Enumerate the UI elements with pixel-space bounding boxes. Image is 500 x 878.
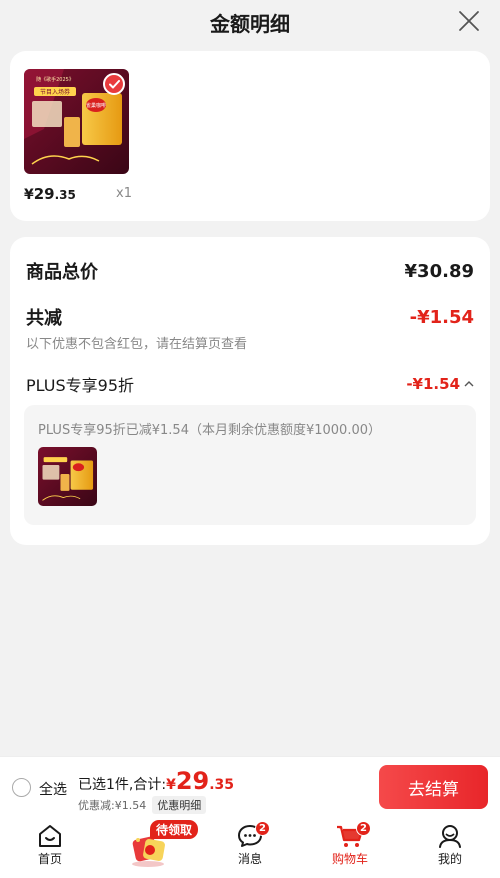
image-top-text: 随《歌手2025》 (36, 76, 74, 83)
reduction-value: -¥1.54 (409, 306, 474, 328)
product-price: ¥29.35 (24, 185, 76, 203)
promo-pill[interactable]: 待领取 (150, 820, 199, 839)
product-image[interactable]: 节目入场券 随《歌手2025》 雀巢咖啡 (24, 69, 129, 174)
selected-summary: 已选1件,合计: ¥29.35 (78, 767, 234, 795)
plus-discount-value-wrap: -¥1.54 (406, 375, 474, 393)
tab-messages-label: 消息 (237, 852, 262, 866)
product-quantity: x1 (116, 186, 132, 201)
plus-discount-row[interactable]: PLUS专享95折 -¥1.54 (26, 372, 474, 396)
tab-home-label: 首页 (37, 852, 62, 866)
chevron-up-icon[interactable] (464, 380, 474, 388)
page-title: 金额明细 (210, 11, 290, 36)
tab-mine-label: 我的 (437, 852, 462, 866)
tab-messages[interactable]: 消息 2 (210, 816, 290, 878)
discount-line: 优惠减:¥1.54 优惠明细 (78, 796, 207, 814)
image-banner-text: 节目入场券 (40, 88, 70, 96)
select-all-label[interactable]: 全选 (39, 779, 67, 799)
home-icon (39, 825, 61, 847)
price-currency: ¥ (24, 187, 34, 203)
product-card: 节目入场券 随《歌手2025》 雀巢咖啡 ¥29.35 x1 (10, 51, 490, 221)
plus-discount-value: -¥1.54 (406, 375, 460, 393)
plus-discount-detail: PLUS专享95折已减¥1.54（本月剩余优惠额度¥1000.00） (24, 405, 476, 525)
discount-text: 优惠减:¥1.54 (78, 799, 147, 812)
checkout-bar: 全选 已选1件,合计: ¥29.35 优惠减:¥1.54 优惠明细 去结算 (0, 756, 500, 816)
total-integer: 29 (175, 767, 210, 795)
amount-summary-card: 商品总价 ¥30.89 共减 -¥1.54 以下优惠不包含红包，请在结算页查看 … (10, 237, 490, 545)
total-currency: ¥ (166, 777, 176, 793)
total-price-value: ¥30.89 (404, 260, 474, 282)
discount-note: 以下优惠不包含红包，请在结算页查看 (26, 337, 248, 352)
messages-badge: 2 (255, 821, 270, 836)
discount-detail-button[interactable]: 优惠明细 (152, 796, 207, 814)
cart-badge: 2 (356, 821, 371, 836)
total-price-label: 商品总价 (26, 262, 98, 283)
product-thumbnail (38, 447, 97, 506)
tab-mine[interactable]: 我的 (410, 816, 490, 878)
price-decimal: .35 (54, 188, 76, 202)
plus-discount-label: PLUS专享95折 (26, 376, 134, 395)
checkout-button[interactable]: 去结算 (379, 765, 488, 809)
close-icon[interactable] (458, 10, 480, 32)
tab-home[interactable]: 首页 (10, 816, 90, 878)
tab-cart-label: 购物车 (331, 852, 368, 866)
select-all-radio[interactable] (12, 778, 31, 797)
cart-total: ¥29.35 (166, 767, 234, 795)
selected-check-icon (103, 73, 125, 95)
reduction-row: 共减 -¥1.54 (26, 304, 474, 330)
header: 金额明细 (0, 0, 500, 44)
tab-bar: 首页 待领取 消息 2 购物车 2 我的 (0, 816, 500, 878)
user-icon (439, 825, 461, 848)
plus-discount-detail-text: PLUS专享95折已减¥1.54（本月剩余优惠额度¥1000.00） (38, 423, 381, 438)
image-can-text: 雀巢咖啡 (86, 102, 106, 109)
total-decimal: .35 (209, 777, 235, 793)
reduction-label: 共减 (26, 308, 62, 329)
total-price-row: 商品总价 ¥30.89 (26, 258, 474, 284)
tab-cart[interactable]: 购物车 2 (310, 816, 390, 878)
selected-text: 已选1件,合计: (78, 777, 167, 793)
price-integer: 29 (33, 185, 55, 203)
